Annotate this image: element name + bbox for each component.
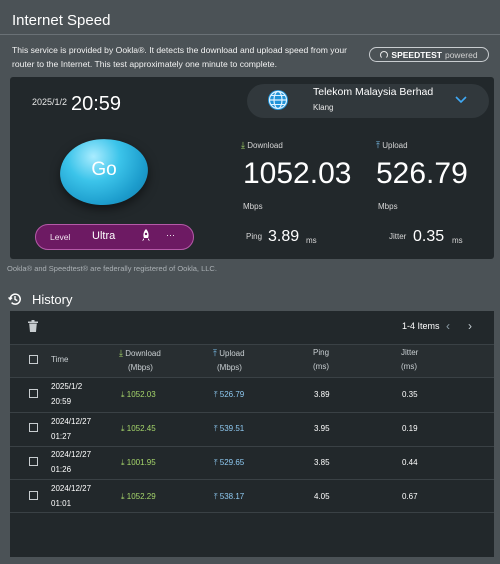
- upload-unit: Mbps: [378, 202, 398, 211]
- history-title: History: [32, 292, 73, 307]
- column-time: Time: [51, 355, 69, 364]
- jitter-label: Jitter: [389, 232, 407, 241]
- row-datetime: 2024/12/27 01:26: [51, 450, 92, 474]
- row-datetime: 2024/12/27 01:27: [51, 417, 92, 441]
- level-value: Ultra: [92, 230, 116, 242]
- test-time: 20:59: [71, 93, 122, 115]
- download-unit: Mbps: [243, 202, 263, 211]
- isp-name: Telekom Malaysia Berhad: [313, 86, 434, 98]
- pagination-info: 1-4 Items: [402, 321, 440, 331]
- column-upload: ⤒ Upload (Mbps): [213, 348, 245, 372]
- jitter-unit: ms: [452, 236, 463, 245]
- row-download: ⤓ 1052.45: [121, 424, 156, 433]
- row-divider: [10, 479, 494, 480]
- row-checkbox[interactable]: [29, 389, 38, 398]
- row-checkbox[interactable]: [29, 457, 38, 466]
- upload-label: ⤒ Upload: [376, 140, 408, 150]
- speedtest-badge[interactable]: SPEEDTEST powered: [369, 47, 489, 62]
- isp-city: Klang: [313, 103, 334, 112]
- row-ping: 3.95: [314, 424, 330, 433]
- more-options-button[interactable]: ···: [166, 230, 175, 240]
- rocket-icon: [142, 229, 150, 241]
- column-download: ⤓ Download (Mbps): [119, 348, 161, 372]
- row-jitter: 0.19: [402, 424, 418, 433]
- upload-arrow-icon: ⤒: [213, 348, 217, 358]
- title-divider: [0, 34, 500, 35]
- row-jitter: 0.44: [402, 458, 418, 467]
- test-date: 2025/1/2: [32, 97, 68, 107]
- row-divider: [10, 512, 494, 513]
- upload-arrow-icon: ⤒: [376, 140, 380, 150]
- row-upload: ⤒ 529.65: [214, 458, 245, 467]
- previous-page-button[interactable]: ‹: [446, 319, 450, 333]
- row-ping: 4.05: [314, 492, 330, 501]
- go-button-label[interactable]: Go: [60, 159, 148, 181]
- download-arrow-icon: ⤓: [241, 140, 245, 150]
- row-ping: 3.89: [314, 390, 330, 399]
- ookla-disclaimer: Ookla® and Speedtest® are federally regi…: [7, 264, 217, 273]
- upload-value: 526.79: [376, 157, 468, 190]
- column-jitter: Jitter (ms): [401, 348, 419, 371]
- row-datetime: 2025/1/2 20:59: [51, 382, 83, 406]
- ping-label: Ping: [246, 232, 263, 241]
- row-divider: [10, 412, 494, 413]
- speedtest-powered-label: powered: [444, 49, 478, 60]
- level-label: Level: [50, 232, 71, 242]
- row-download: ⤓ 1052.29: [121, 492, 156, 501]
- row-upload: ⤒ 526.79: [214, 390, 245, 399]
- globe-icon: [268, 90, 288, 110]
- row-jitter: 0.67: [402, 492, 418, 501]
- column-ping: Ping (ms): [313, 348, 330, 371]
- row-download: ⤓ 1052.03: [121, 390, 156, 399]
- speedtest-logo-icon: [380, 50, 389, 59]
- ping-value: 3.89: [268, 228, 300, 245]
- ping-unit: ms: [306, 236, 317, 245]
- row-download: ⤓ 1001.95: [121, 458, 156, 467]
- history-icon: [8, 293, 21, 305]
- chevron-down-icon[interactable]: [455, 96, 467, 104]
- row-checkbox[interactable]: [29, 423, 38, 432]
- download-label: ⤓ Download: [241, 140, 283, 150]
- row-upload: ⤒ 539.51: [214, 424, 245, 433]
- jitter-value: 0.35: [413, 228, 445, 245]
- service-description: This service is provided by Ookla®. It d…: [12, 45, 347, 69]
- row-jitter: 0.35: [402, 390, 418, 399]
- select-all-checkbox[interactable]: [29, 355, 38, 364]
- row-datetime: 2024/12/27 01:01: [51, 484, 92, 508]
- next-page-button[interactable]: ›: [468, 319, 472, 333]
- download-arrow-icon: ⤓: [119, 348, 123, 358]
- download-value: 1052.03: [243, 157, 352, 190]
- page-title: Internet Speed: [12, 12, 111, 29]
- row-ping: 3.85: [314, 458, 330, 467]
- trash-icon[interactable]: [28, 320, 38, 332]
- speedtest-brand: SPEEDTEST: [391, 49, 442, 60]
- row-checkbox[interactable]: [29, 491, 38, 500]
- row-upload: ⤒ 538.17: [214, 492, 245, 501]
- table-header: [10, 344, 494, 378]
